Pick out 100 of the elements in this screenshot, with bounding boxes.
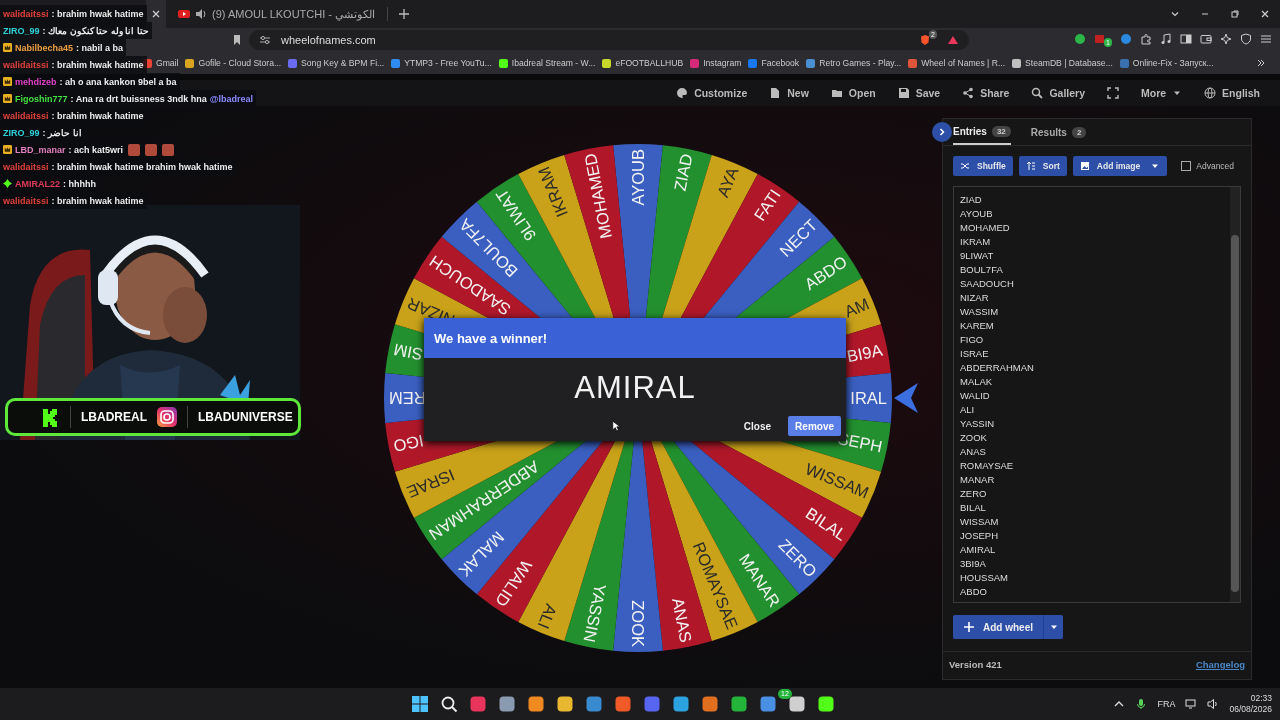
chat-message: : brahim hwak hatime brahim hwak hatime <box>51 161 233 172</box>
chat-username: walidaitssi <box>3 195 49 206</box>
entry-line: ZIAD <box>960 193 983 207</box>
chat-message: : nabil a ba <box>76 42 124 53</box>
entry-line: AMIRAL <box>960 543 997 557</box>
entry-line: KAREM <box>960 319 995 333</box>
wheel-label: AYA <box>713 164 742 200</box>
wheel-label: IGO <box>392 431 426 456</box>
new-button[interactable]: New <box>769 87 809 99</box>
entry-line: ALI <box>960 403 976 417</box>
bookmark[interactable]: Wheel of Names | R... <box>908 58 1006 68</box>
bookmark[interactable]: Ibadreal Stream - W... <box>498 58 596 68</box>
wheel-label: AYOUB <box>629 149 647 206</box>
share-button[interactable]: Share <box>962 87 1010 99</box>
chat-message: : ach kat5wri <box>68 144 124 155</box>
entry-line: SAADOUCH <box>960 277 1015 291</box>
entries-textarea[interactable]: ZIAD AYOUB MOHAMED IKRAM 9LIWAT BOUL7FA SAADOUCH NIZAR WASSIM KAREM FIGO ISRAE ABDERRAHMAN MALAK WALID ALI YASSIN ZOOK ANAS ROMAYSAE MANAR ZERO BILAL WISSAM JOSEPH AMIRAL 3BI9A HOUSSAM ABDO <box>953 186 1241 603</box>
bookmark[interactable]: Gofile - Cloud Stora... <box>185 58 282 68</box>
panel-tab[interactable]: Entries 32 <box>953 119 1011 145</box>
clock[interactable]: 02:33 06/08/2026 <box>1229 693 1272 715</box>
entry-line: ABDERRAHMAN <box>960 361 1035 375</box>
advanced-label: Advanced <box>1196 161 1235 171</box>
channel-name: LBADUNIVERSE <box>198 410 293 424</box>
chat-username: Nabilbecha45 <box>15 42 74 53</box>
wheel-label: YASSIN <box>580 582 610 644</box>
entry-line: ABDO <box>960 585 988 599</box>
chat-username: walidaitssi <box>3 8 49 19</box>
bookmark[interactable]: Song Key & BPM Fi... <box>288 58 385 68</box>
wheel-label: IRAL <box>850 389 887 407</box>
shuffle-button[interactable]: Shuffle <box>953 156 1013 176</box>
entry-line: MOHAMED <box>960 221 1011 235</box>
wheel-label: BI9A <box>845 340 884 366</box>
language-button[interactable]: English <box>1204 87 1260 99</box>
chat-message: : brahim hwak hatime <box>51 110 144 121</box>
panel-tab[interactable]: Results 2 <box>1030 119 1087 145</box>
sort-button[interactable]: Sort <box>1018 156 1067 176</box>
entry-line: NIZAR <box>960 291 990 305</box>
chat-message: : brahim hwak hatime <box>51 59 144 70</box>
entry-line: JOSEPH <box>960 529 999 543</box>
chat-message: : brahim hwak hatime <box>51 8 144 19</box>
chat-username: mehdizeb <box>15 76 57 87</box>
entry-line: WISSAM <box>960 515 1000 529</box>
bookmark[interactable]: YTMP3 - Free YouTu... <box>391 58 492 68</box>
entry-line: AYOUB <box>960 207 994 221</box>
entry-line: HOUSSAM <box>960 571 1010 585</box>
chat-message: : Ana ra drt buissness 3ndk hna <box>70 93 207 104</box>
wheel-label: AM <box>841 294 872 321</box>
chat-username: walidaitssi <box>3 110 49 121</box>
entry-line: ISRAE <box>960 347 990 361</box>
language-indicator[interactable]: FRA <box>1157 699 1176 709</box>
url-text: wheelofnames.com <box>281 34 376 46</box>
chat-username: AMIRAL22 <box>15 178 60 189</box>
bookmark[interactable]: Online-Fix - Запуск... <box>1119 58 1214 68</box>
add-wheel-button[interactable]: Add wheel <box>953 615 1043 639</box>
save-button[interactable]: Save <box>897 87 941 99</box>
entry-line: IKRAM <box>960 235 992 249</box>
chat-username: ZIRO_99 <box>3 127 40 138</box>
entry-line: 3BI9A <box>960 557 987 571</box>
wheel-label: SIM <box>392 340 425 364</box>
bookmark[interactable]: eFOOTBALLHUB <box>602 58 684 68</box>
winner-name: AMIRAL <box>574 370 696 406</box>
chat-message: : حتا انا وله حتا كنكون معاك <box>42 25 149 36</box>
wheel-label: ZIAD <box>670 152 696 193</box>
gallery-button[interactable]: Gallery <box>1031 87 1085 99</box>
entry-line: MALAK <box>960 375 994 389</box>
channel-name: LBADREAL <box>81 410 147 424</box>
chat-message: : hhhhh <box>63 178 96 189</box>
chat-username: walidaitssi <box>3 59 49 70</box>
remove-button[interactable]: Remove <box>788 416 841 436</box>
bookmark[interactable]: Retro Games - Play... <box>806 58 902 68</box>
entry-line: BOUL7FA <box>960 263 1004 277</box>
more-button[interactable]: More <box>1141 87 1183 99</box>
bookmark[interactable]: Instagram <box>690 58 742 68</box>
entry-line: WALID <box>960 389 991 403</box>
browser-tab[interactable]: (9) AMOUL LKOUTCHI - الكوتشي <box>166 0 384 28</box>
chat-message: : ah o ana kankon 9bel a ba <box>59 76 177 87</box>
entry-line: YASSIN <box>960 417 996 431</box>
entry-line: ZOOK <box>960 431 988 445</box>
wheel-label: ALI <box>534 601 561 632</box>
entry-line: ANAS <box>960 445 987 459</box>
wheel-label: REM <box>389 389 426 407</box>
add-image-button[interactable]: Add image <box>1072 156 1168 176</box>
mention-link[interactable]: @lbadreal <box>209 93 253 104</box>
bookmark[interactable]: Facebook <box>748 58 800 68</box>
entry-line: ZERO <box>960 487 988 501</box>
entry-line: 9LIWAT <box>960 249 995 263</box>
wheel-label: ANAS <box>669 596 696 644</box>
bookmark[interactable]: SteamDB | Database... <box>1012 58 1113 68</box>
chat-message: : انا حاضر <box>42 127 82 138</box>
chat-username: Figoshin777 <box>15 93 68 104</box>
dialog-title: We have a winner! <box>434 330 548 346</box>
changelog-link[interactable]: Changelog <box>1195 659 1245 670</box>
chat-username: ZIRO_99 <box>3 25 40 36</box>
close-button[interactable]: Close <box>736 416 779 436</box>
open-button[interactable]: Open <box>830 87 876 99</box>
chat-username: walidaitssi <box>3 161 49 172</box>
version-text: Version 421 <box>949 659 1002 670</box>
chat-username: LBD_manar <box>15 144 66 155</box>
entry-line: ROMAYSAE <box>960 459 1015 473</box>
customize-button[interactable]: Customize <box>676 87 748 99</box>
